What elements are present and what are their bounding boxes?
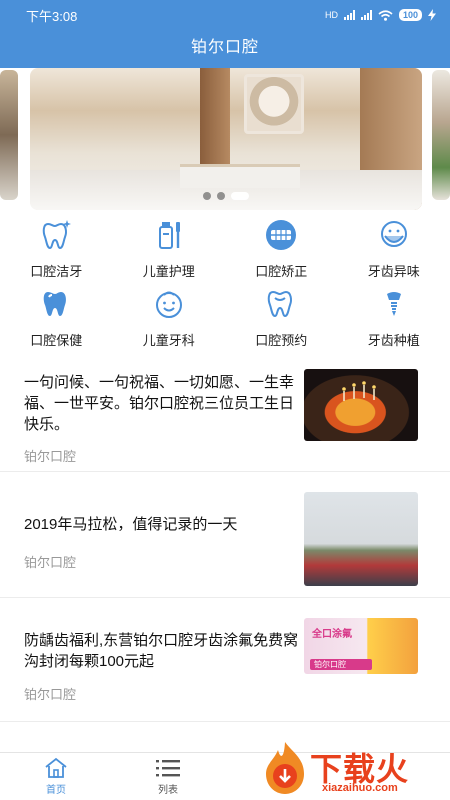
- charging-icon: [428, 9, 436, 21]
- banner-reception-desk: [180, 164, 300, 188]
- watermark: 下载火 xiazaihuo.com: [260, 736, 440, 798]
- news-source: 铂尔口腔: [24, 449, 77, 464]
- news-source: 铂尔口腔: [24, 555, 77, 570]
- tab-label: 首页: [46, 785, 66, 796]
- service-label: 牙齿种植: [367, 333, 420, 348]
- news-title: 一句问候、一句祝福、一切如愿、一生幸福、一世平安。铂尔口腔祝三位员工生日快乐。: [24, 374, 295, 433]
- service-label: 儿童护理: [142, 264, 195, 279]
- status-time: 下午3:08: [26, 8, 78, 24]
- promo-brand: 铂尔口腔: [310, 659, 372, 670]
- news-item[interactable]: 2019年马拉松，值得记录的一天 铂尔口腔: [0, 472, 450, 598]
- service-label: 口腔洁牙: [30, 264, 83, 279]
- service-grid: 口腔洁牙 儿童护理 口腔矫正 牙齿异味 口腔保健 儿童牙科 口腔预约 牙齿种植: [0, 214, 450, 352]
- battery-level: 100: [398, 9, 422, 21]
- news-thumbnail-cake: [304, 369, 418, 441]
- list-icon: [156, 760, 180, 777]
- service-label: 牙齿异味: [367, 264, 420, 279]
- news-thumbnail-marathon: [304, 492, 418, 586]
- signal-icon: [343, 10, 355, 20]
- tab-home[interactable]: 首页: [26, 757, 86, 796]
- news-source: 铂尔口腔: [24, 687, 77, 702]
- service-orthodontics[interactable]: 口腔矫正: [225, 214, 338, 283]
- carousel-indicator: [203, 192, 249, 200]
- service-label: 口腔保健: [30, 333, 83, 348]
- signal-2-icon: [360, 10, 372, 20]
- news-title: 防龋齿福利,东营铂尔口腔牙齿涂氟免费窝沟封闭每颗100元起: [24, 632, 299, 670]
- tab-label: 列表: [158, 785, 178, 796]
- child-face-icon: [155, 291, 182, 318]
- news-title: 2019年马拉松，值得记录的一天: [24, 516, 238, 533]
- page-title: 铂尔口腔: [190, 39, 259, 56]
- tab-list[interactable]: 列表: [138, 757, 198, 796]
- service-oral-health[interactable]: 口腔保健: [0, 283, 113, 352]
- service-implant[interactable]: 牙齿种植: [338, 283, 450, 352]
- candles-icon: [342, 381, 376, 401]
- tooth-sparkle-icon: [43, 220, 72, 250]
- news-thumbnail-promo: 全口涂氟 铂尔口腔: [304, 618, 418, 674]
- service-label: 口腔预约: [255, 333, 308, 348]
- status-bar: 下午3:08 HD 100: [0, 0, 450, 30]
- banner-carousel[interactable]: [0, 68, 450, 214]
- service-child-dental[interactable]: 儿童牙科: [113, 283, 226, 352]
- wifi-icon: [378, 9, 393, 21]
- carousel-dot-active[interactable]: [231, 192, 249, 200]
- news-item[interactable]: 防龋齿福利,东营铂尔口腔牙齿涂氟免费窝沟封闭每颗100元起 铂尔口腔 全口涂氟 …: [0, 598, 450, 722]
- banner-slide[interactable]: [30, 68, 422, 210]
- implant-icon: [386, 292, 401, 316]
- service-label: 儿童牙科: [142, 333, 195, 348]
- carousel-dot[interactable]: [217, 192, 225, 200]
- tooth-shield-icon: [44, 292, 67, 316]
- carousel-dot[interactable]: [203, 192, 211, 200]
- toothpaste-brush-icon: [158, 222, 180, 249]
- service-label: 口腔矫正: [255, 264, 308, 279]
- braces-icon: [266, 220, 297, 250]
- app-header: 下午3:08 HD 100 铂尔口腔: [0, 0, 450, 68]
- network-type: HD: [324, 10, 338, 20]
- tooth-calendar-icon: [268, 290, 293, 318]
- promo-heading: 全口涂氟: [312, 629, 352, 640]
- service-child-care[interactable]: 儿童护理: [113, 214, 226, 283]
- status-icons: HD 100: [325, 9, 436, 21]
- banner-next-slide[interactable]: [432, 70, 450, 200]
- service-cleaning[interactable]: 口腔洁牙: [0, 214, 113, 283]
- flame-download-icon: [266, 742, 304, 794]
- banner-portrait-image: [244, 74, 304, 134]
- face-mask-icon: [380, 221, 407, 247]
- service-bad-breath[interactable]: 牙齿异味: [338, 214, 450, 283]
- service-appointment[interactable]: 口腔预约: [225, 283, 338, 352]
- news-item[interactable]: 一句问候、一句祝福、一切如愿、一生幸福、一世平安。铂尔口腔祝三位员工生日快乐。 …: [0, 352, 450, 472]
- watermark-url: xiazaihuo.com: [322, 782, 398, 794]
- banner-prev-slide[interactable]: [0, 70, 18, 200]
- home-icon: [45, 757, 67, 778]
